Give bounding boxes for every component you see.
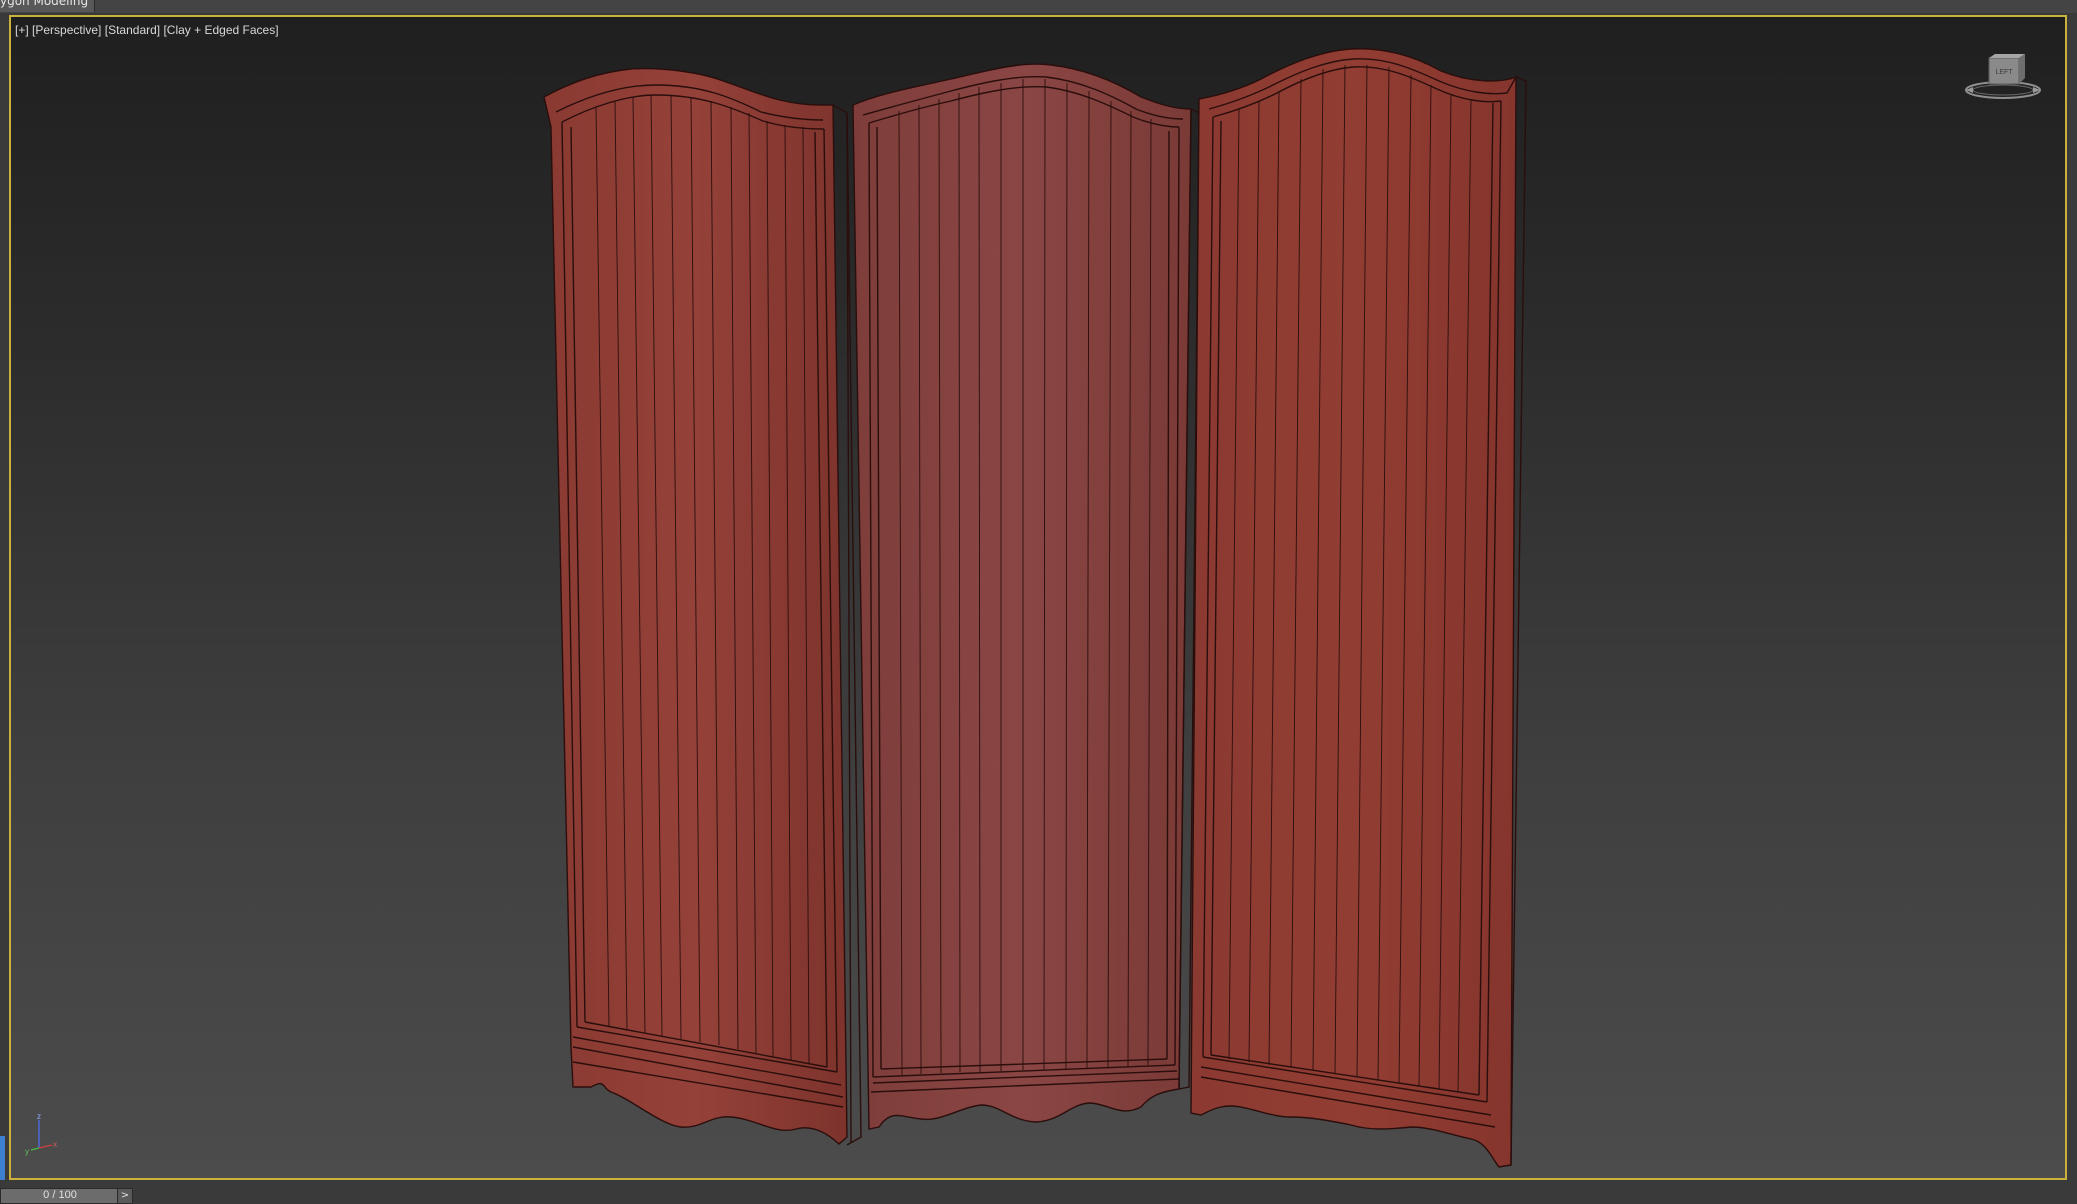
ribbon-bar: ygon Modeling	[0, 0, 2077, 13]
axis-y-label: y	[25, 1147, 29, 1156]
left-panel	[543, 67, 862, 1146]
axis-x-label: x	[53, 1140, 57, 1149]
middle-panel	[852, 63, 1200, 1130]
ribbon-tab-polygon-modeling[interactable]: ygon Modeling	[0, 0, 96, 12]
time-slider-handle[interactable]: 0 / 100	[0, 1188, 120, 1204]
left-edge-accent	[0, 1136, 5, 1180]
time-slider-bar: 0 / 100 >	[0, 1183, 2077, 1204]
time-next-frame-button[interactable]: >	[117, 1188, 133, 1204]
axis-tripod-icon: z x y	[25, 1112, 57, 1156]
right-panel	[1190, 48, 1527, 1168]
viewcube-icon[interactable]: LEFT	[1963, 54, 2043, 104]
axis-z-label: z	[37, 1112, 41, 1121]
perspective-viewport[interactable]: [+] [Perspective] [Standard] [Clay + Edg…	[9, 15, 2067, 1180]
folding-screen-model[interactable]	[11, 17, 2065, 1178]
viewcube-face-label: LEFT	[1995, 69, 2013, 76]
